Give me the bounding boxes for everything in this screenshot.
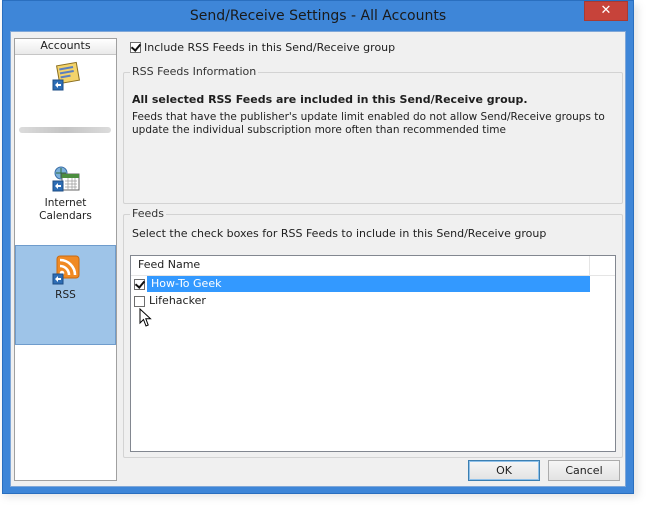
- mail-account-icon: [52, 61, 80, 91]
- feed-row[interactable]: Lifehacker: [131, 293, 615, 310]
- window-title: Send/Receive Settings - All Accounts: [189, 8, 447, 24]
- dialog-client: Accounts Internet Calendars RSS Include …: [10, 31, 626, 487]
- sidebar-item-internet-calendars[interactable]: Internet Calendars: [15, 164, 116, 234]
- feed-checkbox[interactable]: [134, 295, 145, 307]
- cancel-button[interactable]: Cancel: [548, 460, 620, 481]
- feed-row[interactable]: How-To Geek: [131, 276, 615, 293]
- feeds-group: Feeds Select the check boxes for RSS Fee…: [123, 207, 623, 458]
- feed-name: Lifehacker: [149, 294, 206, 307]
- feed-name-column-header[interactable]: Feed Name: [131, 256, 615, 276]
- accounts-header: Accounts: [15, 39, 116, 55]
- close-button[interactable]: ✕: [584, 1, 628, 21]
- rss-icon: [52, 255, 79, 285]
- rss-info-description: Feeds that have the publisher's update l…: [132, 111, 605, 136]
- sidebar-item-label-line2: Calendars: [39, 210, 92, 222]
- sidebar-item-label: Internet: [44, 197, 87, 209]
- accounts-sidebar: Accounts Internet Calendars RSS: [14, 38, 117, 481]
- feed-checkbox[interactable]: [134, 278, 145, 290]
- ok-button[interactable]: OK: [468, 460, 540, 481]
- include-rss-checkbox-row[interactable]: Include RSS Feeds in this Send/Receive g…: [130, 40, 395, 54]
- sidebar-item-label: RSS: [55, 289, 76, 301]
- calendar-icon: [52, 166, 79, 192]
- rss-info-group-title: RSS Feeds Information: [130, 65, 259, 78]
- mouse-pointer-icon: [139, 308, 152, 327]
- include-rss-label: Include RSS Feeds in this Send/Receive g…: [144, 40, 396, 54]
- feed-name: How-To Geek: [147, 276, 590, 292]
- rss-info-group: RSS Feeds Information All selected RSS F…: [123, 65, 623, 204]
- column-separator: [589, 256, 590, 275]
- feeds-instruction: Select the check boxes for RSS Feeds to …: [132, 227, 547, 240]
- feeds-group-title: Feeds: [130, 207, 166, 220]
- sidebar-item-mail-account[interactable]: [15, 55, 116, 133]
- feed-name-header-label: Feed Name: [138, 258, 201, 271]
- include-rss-checkbox[interactable]: [130, 41, 141, 53]
- rss-info-bold-text: All selected RSS Feeds are included in t…: [132, 93, 528, 106]
- redacted-account-name: [19, 127, 111, 133]
- sidebar-item-rss[interactable]: RSS: [15, 245, 116, 345]
- feed-list[interactable]: Feed Name How-To Geek Lifehacker: [130, 255, 616, 452]
- dialog-window: Send/Receive Settings - All Accounts ✕ A…: [2, 0, 634, 494]
